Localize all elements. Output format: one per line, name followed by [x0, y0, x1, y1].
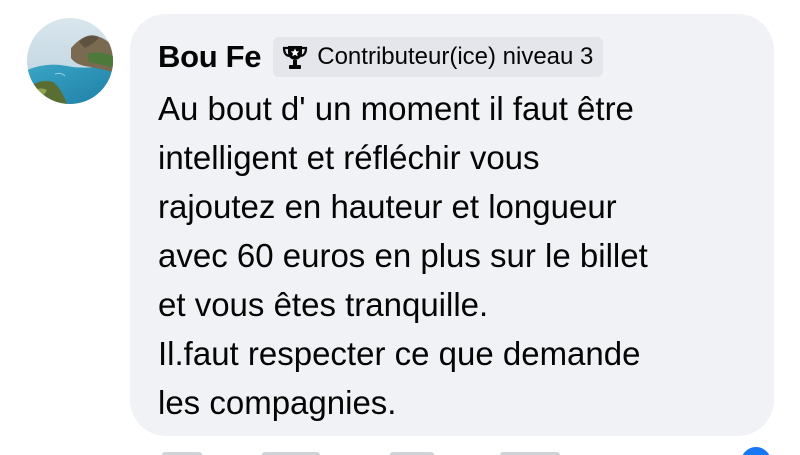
- comment-line: rajoutez en hauteur et longueur: [158, 188, 617, 225]
- comment-line: intelligent et réfléchir vous: [158, 139, 540, 176]
- comment-bubble: Bou Fe Contributeur(ice) niveau 3 Au bou…: [130, 14, 774, 436]
- reaction-icon[interactable]: [741, 447, 771, 455]
- badge-label: Contributeur(ice) niveau 3: [317, 43, 594, 70]
- contributor-badge[interactable]: Contributeur(ice) niveau 3: [273, 37, 604, 77]
- comment-line: avec 60 euros en plus sur le billet: [158, 237, 648, 274]
- comment-text: Au bout d' un moment il faut être intell…: [158, 84, 758, 427]
- avatar[interactable]: [27, 18, 113, 104]
- comment-line: les compagnies.: [158, 384, 397, 421]
- comment-screen: Bou Fe Contributeur(ice) niveau 3 Au bou…: [0, 0, 800, 455]
- trophy-icon: [279, 41, 311, 73]
- comment-line: Au bout d' un moment il faut être: [158, 90, 634, 127]
- comment-header: Bou Fe Contributeur(ice) niveau 3: [158, 36, 604, 78]
- author-name[interactable]: Bou Fe: [158, 39, 262, 75]
- comment-actions-row: [0, 445, 800, 455]
- comment-line: Il.faut respecter ce que demande: [158, 335, 641, 372]
- comment-line: et vous êtes tranquille.: [158, 286, 489, 323]
- avatar-image: [27, 18, 113, 104]
